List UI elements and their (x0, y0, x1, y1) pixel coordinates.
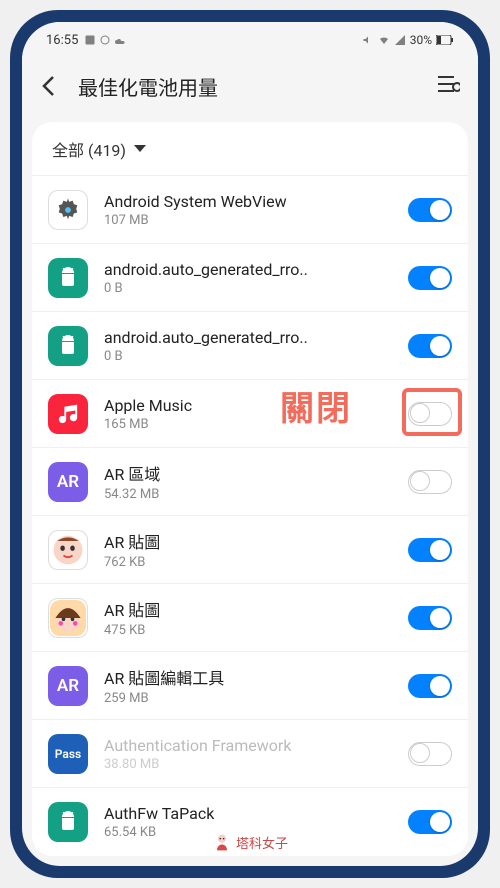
optimize-toggle[interactable] (408, 606, 452, 630)
app-info: AR 貼圖編輯工具 259 MB (104, 665, 408, 706)
toggle-knob (430, 200, 450, 220)
app-size: 38.80 MB (104, 757, 408, 772)
battery-icon (436, 35, 454, 45)
optimize-toggle[interactable] (408, 810, 452, 834)
signal-icon (394, 34, 406, 46)
camera-icon (99, 34, 111, 46)
app-name: Android System WebView (104, 192, 408, 211)
chevron-left-icon (41, 75, 55, 97)
app-row[interactable]: Android System WebView 107 MB (32, 176, 468, 244)
app-icon: Pass (48, 734, 88, 774)
app-info: android.auto_generated_rro.. 0 B (104, 260, 408, 296)
status-bar: 16:55 30% (22, 22, 478, 58)
watermark-icon (212, 832, 232, 852)
mute-icon (362, 34, 374, 46)
app-row[interactable]: android.auto_generated_rro.. 0 B (32, 244, 468, 312)
optimize-toggle[interactable] (408, 266, 452, 290)
app-icon (48, 394, 88, 434)
app-size: 475 KB (104, 623, 408, 638)
phone-screen: 16:55 30% 最佳化電池用量 (22, 22, 478, 866)
app-row[interactable]: Pass Authentication Framework 38.80 MB (32, 720, 468, 788)
app-info: Authentication Framework 38.80 MB (104, 736, 408, 772)
header: 最佳化電池用量 (22, 58, 478, 114)
cloud-icon (114, 34, 126, 46)
app-row[interactable]: AR AR 區域 54.32 MB (32, 448, 468, 516)
optimize-toggle[interactable] (408, 538, 452, 562)
app-name: AR 貼圖編輯工具 (104, 665, 408, 689)
app-size: 762 KB (104, 555, 408, 570)
app-icon (48, 598, 88, 638)
app-size: 0 B (104, 349, 408, 364)
app-name: AR 貼圖 (104, 597, 408, 621)
app-info: Android System WebView 107 MB (104, 192, 408, 228)
app-row[interactable]: AR AR 貼圖編輯工具 259 MB (32, 652, 468, 720)
status-time: 16:55 (46, 33, 78, 48)
app-row[interactable]: AR 貼圖 762 KB (32, 516, 468, 584)
watermark: 塔科女子 (212, 832, 288, 852)
app-name: AR 貼圖 (104, 529, 408, 553)
optimize-toggle[interactable] (408, 470, 452, 494)
toggle-knob (410, 743, 430, 763)
optimize-toggle (408, 742, 452, 766)
app-icon (48, 530, 88, 570)
app-name: Apple Music (104, 396, 408, 415)
search-filter-button[interactable] (438, 74, 462, 98)
app-row[interactable]: Apple Music 165 MB (32, 380, 468, 448)
phone-frame: 16:55 30% 最佳化電池用量 (10, 10, 490, 878)
optimize-toggle[interactable] (408, 198, 452, 222)
app-icon (48, 258, 88, 298)
app-icon: AR (48, 462, 88, 502)
filter-label: 全部 (419) (52, 137, 126, 161)
app-size: 259 MB (104, 691, 408, 706)
app-info: AR 貼圖 762 KB (104, 529, 408, 570)
app-info: AR 貼圖 475 KB (104, 597, 408, 638)
toggle-knob (430, 268, 450, 288)
app-name: android.auto_generated_rro.. (104, 328, 408, 347)
app-size: 107 MB (104, 213, 408, 228)
optimize-toggle[interactable] (408, 402, 452, 426)
optimize-toggle[interactable] (408, 674, 452, 698)
app-row[interactable]: AR 貼圖 475 KB (32, 584, 468, 652)
page-title: 最佳化電池用量 (78, 72, 418, 101)
dropdown-arrow-icon (134, 145, 146, 152)
back-button[interactable] (38, 76, 58, 96)
toggle-knob (410, 403, 430, 423)
app-name: AR 區域 (104, 461, 408, 485)
app-list: Android System WebView 107 MB android.auto… (32, 176, 468, 856)
filter-dropdown[interactable]: 全部 (419) (32, 122, 468, 176)
app-name: android.auto_generated_rro.. (104, 260, 408, 279)
app-name: Authentication Framework (104, 736, 408, 755)
app-name: AuthFw TaPack (104, 804, 408, 823)
app-size: 165 MB (104, 417, 408, 432)
app-info: AR 區域 54.32 MB (104, 461, 408, 502)
app-size: 54.32 MB (104, 487, 408, 502)
optimize-toggle[interactable] (408, 334, 452, 358)
image-icon (84, 34, 96, 46)
toggle-knob (430, 336, 450, 356)
battery-percent: 30% (410, 33, 432, 47)
app-icon (48, 190, 88, 230)
toggle-knob (430, 812, 450, 832)
wifi-icon (378, 34, 390, 46)
app-row[interactable]: android.auto_generated_rro.. 0 B (32, 312, 468, 380)
app-info: Apple Music 165 MB (104, 396, 408, 432)
app-icon (48, 802, 88, 842)
toggle-knob (430, 676, 450, 696)
toggle-knob (430, 608, 450, 628)
app-icon (48, 326, 88, 366)
app-info: android.auto_generated_rro.. 0 B (104, 328, 408, 364)
app-icon: AR (48, 666, 88, 706)
filter-icon (438, 74, 460, 94)
toggle-knob (410, 471, 430, 491)
app-size: 0 B (104, 281, 408, 296)
toggle-knob (430, 540, 450, 560)
